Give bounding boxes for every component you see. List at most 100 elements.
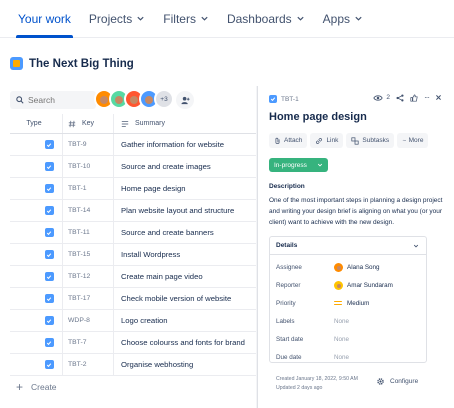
project-title: The Next Big Thing <box>29 57 134 70</box>
issue-detail-panel: TBT-1 2 ··· Home page design Attach Link… <box>257 86 454 408</box>
table-row[interactable]: TBT-7 Choose colourss and fonts for brand <box>10 332 256 354</box>
issue-summary-cell[interactable]: Install Wordpress <box>114 244 256 265</box>
hash-icon <box>68 120 76 127</box>
task-type-icon <box>44 162 54 171</box>
top-nav: Your work Projects Filters Dashboards Ap… <box>0 0 454 38</box>
search-box[interactable] <box>10 91 96 109</box>
table-row[interactable]: WDP-8 Logo creation <box>10 310 256 332</box>
watch-button[interactable]: 2 <box>373 94 390 102</box>
paperclip-icon <box>275 137 280 144</box>
column-type[interactable]: Type <box>10 114 63 133</box>
reporter-row[interactable]: Reporter Amar Sundaram <box>270 276 426 294</box>
assignee-row[interactable]: Assignee Alana Song <box>270 258 426 276</box>
description-text[interactable]: One of the most important steps in plann… <box>269 195 451 228</box>
issue-list-panel: +3 Type Key Summary TBT-9Gather informat… <box>10 86 256 408</box>
issue-key-cell[interactable]: TBT-17 <box>63 288 114 309</box>
issue-summary-cell[interactable]: Source and create banners <box>114 222 256 243</box>
table-row[interactable]: TBT-1 Home page design <box>10 178 256 200</box>
link-icon <box>316 137 323 144</box>
nav-apps[interactable]: Apps <box>323 0 363 38</box>
labels-value: None <box>334 317 350 325</box>
priority-value: Medium <box>334 300 369 307</box>
labels-row[interactable]: Labels None <box>270 312 426 330</box>
add-people-button[interactable] <box>176 91 194 109</box>
more-button[interactable]: ··· More <box>397 133 429 148</box>
table-row[interactable]: TBT-10 Source and create images <box>10 156 256 178</box>
priority-row[interactable]: Priority Medium <box>270 294 426 312</box>
table-row[interactable]: TBT-14 Plan website layout and structure <box>10 200 256 222</box>
attach-button[interactable]: Attach <box>269 133 308 148</box>
due-date-row[interactable]: Due date None <box>270 348 426 366</box>
column-summary-label: Summary <box>135 120 165 127</box>
issue-key-cell[interactable]: TBT-11 <box>63 222 114 243</box>
assignee-value: Alana Song <box>334 262 380 272</box>
nav-label: Your work <box>18 11 71 26</box>
issue-summary-cell[interactable]: Check mobile version of website <box>114 288 256 309</box>
issue-key-cell[interactable]: TBT-7 <box>63 332 114 353</box>
issue-summary-cell[interactable]: Source and create images <box>114 156 256 177</box>
issue-summary-cell[interactable]: Gather information for website <box>114 134 256 155</box>
task-type-icon <box>44 272 54 281</box>
table-row[interactable]: TBT-12 Create main page video <box>10 266 256 288</box>
subtasks-button[interactable]: Subtasks <box>346 133 395 148</box>
start-date-value: None <box>334 335 350 343</box>
issue-key-cell[interactable]: TBT-1 <box>63 178 114 199</box>
column-key[interactable]: Key <box>63 114 114 133</box>
issue-key-cell[interactable]: WDP-8 <box>63 310 114 331</box>
task-type-icon <box>44 360 54 369</box>
issue-key-cell[interactable]: TBT-2 <box>63 354 114 375</box>
more-avatars-badge[interactable]: +3 <box>154 89 174 109</box>
nav-your-work[interactable]: Your work <box>16 0 73 38</box>
issue-summary-cell[interactable]: Home page design <box>114 178 256 199</box>
field-label: Priority <box>276 299 296 307</box>
nav-label: Projects <box>88 11 133 26</box>
configure-button[interactable]: Configure <box>376 377 418 386</box>
nav-label: Filters <box>163 11 196 26</box>
project-header: The Next Big Thing <box>10 57 134 70</box>
eye-icon <box>373 94 384 101</box>
search-input[interactable] <box>28 95 88 105</box>
issue-key-cell[interactable]: TBT-10 <box>63 156 114 177</box>
details-header[interactable]: Details <box>270 237 426 255</box>
nav-projects[interactable]: Projects <box>89 0 145 38</box>
issue-summary-cell[interactable]: Choose colourss and fonts for brand <box>114 332 256 353</box>
issue-type-cell <box>10 310 63 331</box>
issue-key-cell[interactable]: TBT-15 <box>63 244 114 265</box>
create-button[interactable]: + Create <box>16 380 57 394</box>
issue-summary-cell[interactable]: Organise webhosting <box>114 354 256 375</box>
start-date-row[interactable]: Start date None <box>270 330 426 348</box>
task-type-icon <box>44 228 54 237</box>
close-icon[interactable] <box>435 94 442 101</box>
table-row[interactable]: TBT-15 Install Wordpress <box>10 244 256 266</box>
link-button[interactable]: Link <box>310 133 344 148</box>
issue-title[interactable]: Home page design <box>269 111 367 123</box>
table-row[interactable]: TBT-17 Check mobile version of website <box>10 288 256 310</box>
nav-label: Dashboards <box>226 11 292 26</box>
issue-key-cell[interactable]: TBT-14 <box>63 200 114 221</box>
thumbs-up-icon[interactable] <box>410 93 418 102</box>
issue-key-breadcrumb[interactable]: TBT-1 <box>269 95 299 103</box>
more-label: More <box>408 137 424 144</box>
field-label: Assignee <box>276 263 302 271</box>
issue-toolbar: Attach Link Subtasks ··· More <box>269 133 431 148</box>
nav-dashboards[interactable]: Dashboards <box>227 0 305 38</box>
table-row[interactable]: TBT-11 Source and create banners <box>10 222 256 244</box>
issue-summary-cell[interactable]: Plan website layout and structure <box>114 200 256 221</box>
issue-summary-cell[interactable]: Logo creation <box>114 310 256 331</box>
nav-filters[interactable]: Filters <box>163 0 209 38</box>
more-icon[interactable]: ··· <box>424 93 430 102</box>
chevron-down-icon <box>317 163 323 167</box>
table-row[interactable]: TBT-2 Organise webhosting <box>10 354 256 376</box>
column-summary[interactable]: Summary <box>114 114 256 133</box>
details-panel: Details Assignee Alana Song Reporter Ama… <box>269 236 427 363</box>
table-body: TBT-9 Gather information for website TBT-1… <box>10 134 256 376</box>
chevron-down-icon <box>201 16 208 21</box>
field-label: Due date <box>276 353 302 361</box>
issue-key-cell[interactable]: TBT-12 <box>63 266 114 287</box>
table-row[interactable]: TBT-9 Gather information for website <box>10 134 256 156</box>
issue-key-cell[interactable]: TBT-9 <box>63 134 114 155</box>
share-icon[interactable] <box>396 93 404 102</box>
status-dropdown[interactable]: In-progress <box>269 158 328 172</box>
issue-summary-cell[interactable]: Create main page video <box>114 266 256 287</box>
watchers-count: 2 <box>386 94 390 101</box>
